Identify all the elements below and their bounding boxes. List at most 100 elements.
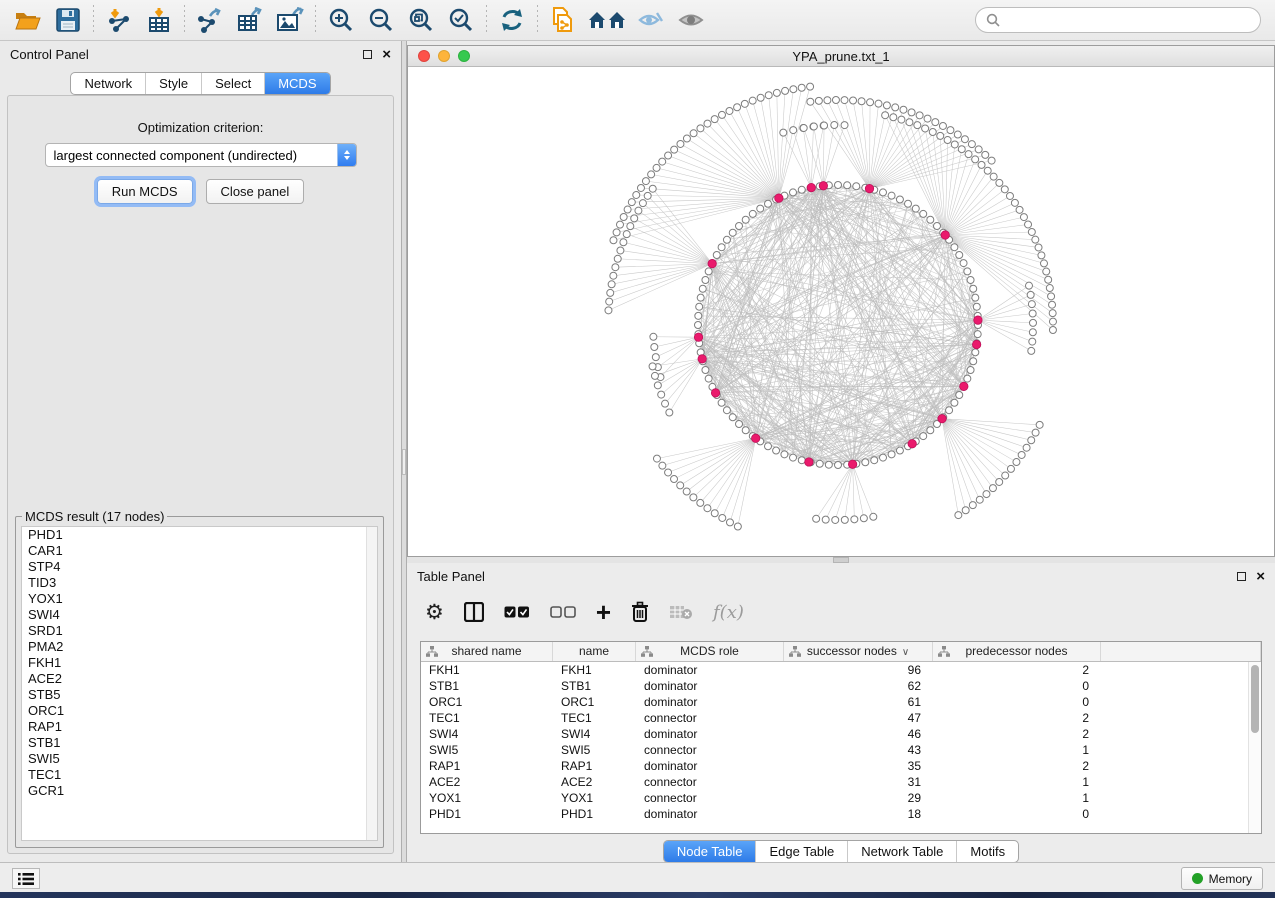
mcds-result-item[interactable]: GCR1 xyxy=(22,783,377,799)
table-row[interactable]: SWI5SWI5connector431 xyxy=(421,742,1261,758)
table-row[interactable]: YOX1YOX1connector291 xyxy=(421,790,1261,806)
mcds-result-item[interactable]: SWI4 xyxy=(22,607,377,623)
search-box[interactable] xyxy=(975,7,1261,33)
table-row[interactable]: TEC1TEC1connector472 xyxy=(421,710,1261,726)
desktop-background-strip xyxy=(0,892,1275,898)
close-panel-icon[interactable]: × xyxy=(382,47,391,62)
float-panel-icon[interactable] xyxy=(363,50,372,59)
table-row[interactable]: STB1STB1dominator620 xyxy=(421,678,1261,694)
search-input[interactable] xyxy=(1006,13,1250,27)
table-cell: 47 xyxy=(784,710,933,726)
mcds-result-list[interactable]: PHD1CAR1STP4TID3YOX1SWI4SRD1PMA2FKH1ACE2… xyxy=(21,526,378,841)
tab-network[interactable]: Network xyxy=(71,73,145,94)
table-cell: 1 xyxy=(933,790,1101,806)
table-row[interactable]: ORC1ORC1dominator610 xyxy=(421,694,1261,710)
mcds-result-item[interactable]: FKH1 xyxy=(22,655,377,671)
toolbar-separator xyxy=(315,5,316,35)
table-settings-icon[interactable]: ⚙ xyxy=(425,597,444,627)
first-neighbors-button[interactable] xyxy=(583,3,631,37)
mcds-result-item[interactable]: ACE2 xyxy=(22,671,377,687)
mcds-result-item[interactable]: RAP1 xyxy=(22,719,377,735)
zoom-out-button[interactable] xyxy=(361,3,401,37)
import-table-button[interactable] xyxy=(139,3,179,37)
mcds-result-item[interactable]: TEC1 xyxy=(22,767,377,783)
criterion-select[interactable]: largest connected component (undirected) xyxy=(45,143,357,167)
table-delete-icon xyxy=(669,604,693,620)
tab-mcds[interactable]: MCDS xyxy=(264,73,329,94)
save-session-button[interactable] xyxy=(48,3,88,37)
zoom-selected-button[interactable] xyxy=(441,3,481,37)
run-mcds-button[interactable]: Run MCDS xyxy=(97,179,193,204)
column-header-name[interactable]: name xyxy=(553,642,636,661)
zoom-in-button[interactable] xyxy=(321,3,361,37)
import-network-button[interactable] xyxy=(99,3,139,37)
delete-column-icon[interactable] xyxy=(631,597,649,627)
table-cell: 2 xyxy=(933,710,1101,726)
mcds-result-item[interactable]: STB5 xyxy=(22,687,377,703)
mcds-result-item[interactable]: STB1 xyxy=(22,735,377,751)
open-file-button[interactable] xyxy=(8,3,48,37)
table-tab-node-table[interactable]: Node Table xyxy=(664,841,756,862)
float-panel-icon[interactable] xyxy=(1237,572,1246,581)
duplicate-network-button[interactable] xyxy=(543,3,583,37)
close-panel-icon[interactable]: × xyxy=(1256,569,1265,584)
sort-indicator-icon[interactable]: ∨ xyxy=(902,647,909,658)
column-header-shared-name[interactable]: shared name xyxy=(421,642,553,661)
table-cell: dominator xyxy=(636,662,784,678)
column-header-successor-nodes[interactable]: successor nodes∨ xyxy=(784,642,933,661)
table-tab-edge-table[interactable]: Edge Table xyxy=(755,841,847,862)
scrollbar-thumb[interactable] xyxy=(1251,665,1259,733)
table-row[interactable]: PHD1PHD1dominator180 xyxy=(421,806,1261,822)
mcds-result-item[interactable]: CAR1 xyxy=(22,543,377,559)
table-row[interactable]: FKH1FKH1dominator962 xyxy=(421,662,1261,678)
table-row[interactable]: RAP1RAP1dominator352 xyxy=(421,758,1261,774)
network-graph xyxy=(408,67,1274,556)
select-stepper-icon xyxy=(337,144,356,166)
splitter-grip[interactable] xyxy=(402,449,406,475)
list-scrollbar[interactable] xyxy=(366,527,377,840)
table-row[interactable]: ACE2ACE2connector311 xyxy=(421,774,1261,790)
function-builder-icon: f(x) xyxy=(713,597,744,627)
table-tab-network-table[interactable]: Network Table xyxy=(847,841,956,862)
column-header-MCDS-role[interactable]: MCDS role xyxy=(636,642,784,661)
export-network-button[interactable] xyxy=(190,3,230,37)
export-image-button[interactable] xyxy=(270,3,310,37)
table-cell: SWI5 xyxy=(553,742,636,758)
close-panel-button[interactable]: Close panel xyxy=(206,179,305,204)
export-table-button[interactable] xyxy=(230,3,270,37)
table-tab-motifs[interactable]: Motifs xyxy=(956,841,1018,862)
table-scrollbar[interactable] xyxy=(1248,662,1261,833)
table-cell: 29 xyxy=(784,790,933,806)
mcds-result-item[interactable]: SRD1 xyxy=(22,623,377,639)
hide-selected-button[interactable] xyxy=(631,3,671,37)
network-canvas[interactable] xyxy=(408,67,1274,556)
mcds-result-item[interactable]: ORC1 xyxy=(22,703,377,719)
create-column-icon[interactable]: + xyxy=(596,597,611,627)
mcds-result-item[interactable]: STP4 xyxy=(22,559,377,575)
task-history-button[interactable] xyxy=(12,868,40,889)
shared-column-icon xyxy=(641,646,653,657)
mcds-result-item[interactable]: YOX1 xyxy=(22,591,377,607)
zoom-in-icon xyxy=(328,7,354,33)
tab-select[interactable]: Select xyxy=(201,73,264,94)
table-panel-title: Table Panel xyxy=(417,569,485,584)
show-columns-icon[interactable] xyxy=(464,597,484,627)
mcds-result-item[interactable]: PHD1 xyxy=(22,527,377,543)
network-window-titlebar[interactable]: YPA_prune.txt_1 xyxy=(408,46,1274,67)
table-cell: 96 xyxy=(784,662,933,678)
mcds-result-item[interactable]: TID3 xyxy=(22,575,377,591)
node-table[interactable]: shared namenameMCDS rolesuccessor nodes∨… xyxy=(420,641,1262,834)
import-network-icon xyxy=(106,7,132,33)
select-all-columns-icon[interactable] xyxy=(504,597,530,627)
column-header-predecessor-nodes[interactable]: predecessor nodes xyxy=(933,642,1101,661)
memory-button[interactable]: Memory xyxy=(1181,867,1263,890)
refresh-view-button[interactable] xyxy=(492,3,532,37)
zoom-fit-button[interactable] xyxy=(401,3,441,37)
unselect-all-columns-icon[interactable] xyxy=(550,597,576,627)
table-row[interactable]: SWI4SWI4dominator462 xyxy=(421,726,1261,742)
shared-column-icon xyxy=(789,646,801,657)
mcds-result-item[interactable]: SWI5 xyxy=(22,751,377,767)
mcds-result-item[interactable]: PMA2 xyxy=(22,639,377,655)
show-hidden-button[interactable] xyxy=(671,3,711,37)
tab-style[interactable]: Style xyxy=(145,73,201,94)
